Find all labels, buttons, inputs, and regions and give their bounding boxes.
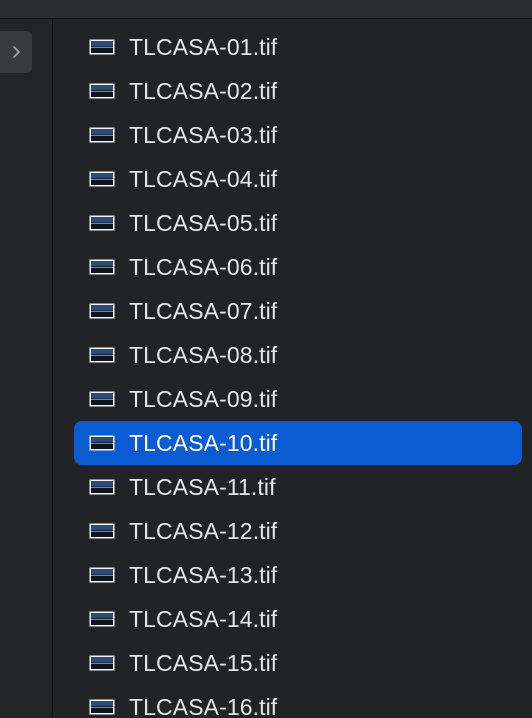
image-file-icon xyxy=(89,391,115,407)
image-file-icon xyxy=(89,699,115,715)
file-name: TLCASA-01.tif xyxy=(129,33,278,60)
file-name: TLCASA-06.tif xyxy=(129,253,278,280)
file-list-item[interactable]: TLCASA-06.tif xyxy=(74,245,522,289)
file-list-item[interactable]: TLCASA-07.tif xyxy=(74,289,522,333)
file-name: TLCASA-16.tif xyxy=(129,693,278,718)
file-list-item[interactable]: TLCASA-02.tif xyxy=(74,69,522,113)
image-file-icon xyxy=(89,435,115,451)
image-file-icon xyxy=(89,171,115,187)
chevron-right-icon xyxy=(11,45,21,59)
file-list-item[interactable]: TLCASA-03.tif xyxy=(74,113,522,157)
file-list-item[interactable]: TLCASA-14.tif xyxy=(74,597,522,641)
toolbar xyxy=(0,0,532,19)
image-file-icon xyxy=(89,39,115,55)
file-list: TLCASA-01.tif TLCASA-02.tif TLCASA-03.tif T… xyxy=(53,19,532,718)
file-list-item[interactable]: TLCASA-04.tif xyxy=(74,157,522,201)
file-list-item[interactable]: TLCASA-13.tif xyxy=(74,553,522,597)
file-name: TLCASA-02.tif xyxy=(129,77,278,104)
file-list-item[interactable]: TLCASA-10.tif xyxy=(74,421,522,465)
file-name: TLCASA-10.tif xyxy=(129,429,278,456)
image-file-icon xyxy=(89,523,115,539)
image-file-icon xyxy=(89,655,115,671)
file-name: TLCASA-09.tif xyxy=(129,385,278,412)
image-file-icon xyxy=(89,303,115,319)
image-file-icon xyxy=(89,83,115,99)
file-name: TLCASA-05.tif xyxy=(129,209,278,236)
image-file-icon xyxy=(89,567,115,583)
image-file-icon xyxy=(89,127,115,143)
file-name: TLCASA-13.tif xyxy=(129,561,278,588)
file-list-item[interactable]: TLCASA-12.tif xyxy=(74,509,522,553)
file-name: TLCASA-03.tif xyxy=(129,121,278,148)
image-file-icon xyxy=(89,215,115,231)
file-name: TLCASA-04.tif xyxy=(129,165,278,192)
image-file-icon xyxy=(89,259,115,275)
file-name: TLCASA-11.tif xyxy=(129,473,276,500)
file-list-item[interactable]: TLCASA-05.tif xyxy=(74,201,522,245)
file-list-item[interactable]: TLCASA-01.tif xyxy=(74,25,522,69)
file-name: TLCASA-14.tif xyxy=(129,605,278,632)
file-list-item[interactable]: TLCASA-15.tif xyxy=(74,641,522,685)
file-list-item[interactable]: TLCASA-11.tif xyxy=(74,465,522,509)
file-list-item[interactable]: TLCASA-16.tif xyxy=(74,685,522,718)
image-file-icon xyxy=(89,611,115,627)
file-name: TLCASA-07.tif xyxy=(129,297,278,324)
image-file-icon xyxy=(89,347,115,363)
file-name: TLCASA-15.tif xyxy=(129,649,278,676)
file-list-item[interactable]: TLCASA-09.tif xyxy=(74,377,522,421)
sidebar-pane xyxy=(0,19,53,718)
file-name: TLCASA-08.tif xyxy=(129,341,278,368)
file-name: TLCASA-12.tif xyxy=(129,517,278,544)
file-list-item[interactable]: TLCASA-08.tif xyxy=(74,333,522,377)
image-file-icon xyxy=(89,479,115,495)
finder-window: TLCASA-01.tif TLCASA-02.tif TLCASA-03.tif T… xyxy=(0,0,532,718)
expand-sidebar-button[interactable] xyxy=(0,31,32,73)
